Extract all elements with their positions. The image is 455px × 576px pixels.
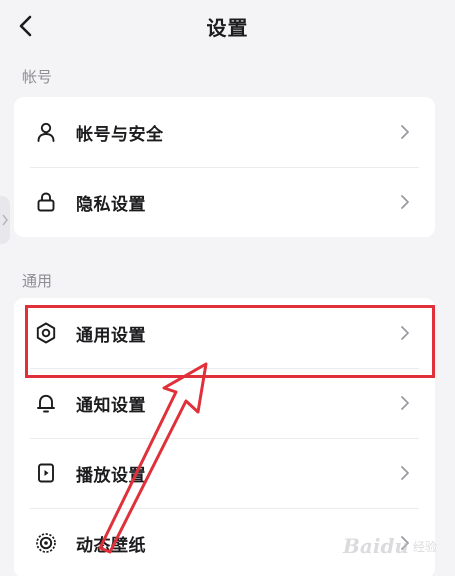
- person-icon: [32, 118, 60, 146]
- gear-icon: [32, 319, 60, 347]
- side-drawer-handle[interactable]: [0, 196, 10, 244]
- chevron-right-icon: [395, 533, 415, 553]
- section-header-general: 通用: [22, 272, 53, 290]
- general-card: 通用设置 通知设置 播放设置 动态壁纸: [14, 298, 435, 576]
- chevron-right-icon: [395, 192, 415, 212]
- row-notification-settings[interactable]: 通知设置: [14, 368, 435, 438]
- chevron-right-icon: [2, 214, 8, 226]
- row-privacy-settings[interactable]: 隐私设置: [14, 167, 435, 237]
- chevron-right-icon: [395, 463, 415, 483]
- chevron-right-icon: [395, 122, 415, 142]
- row-label: 动态壁纸: [76, 535, 146, 556]
- play-device-icon: [32, 459, 60, 487]
- bell-icon: [32, 389, 60, 417]
- row-label: 通用设置: [76, 325, 146, 346]
- chevron-right-icon: [395, 393, 415, 413]
- row-playback-settings[interactable]: 播放设置: [14, 438, 435, 508]
- row-label: 帐号与安全: [76, 124, 164, 145]
- lock-icon: [32, 188, 60, 216]
- account-card: 帐号与安全 隐私设置: [14, 97, 435, 237]
- page-title: 设置: [206, 16, 249, 40]
- row-general-settings[interactable]: 通用设置: [14, 298, 435, 368]
- row-label: 通知设置: [76, 395, 146, 416]
- settings-screen: 设置 帐号 帐号与安全 隐私设置 通用 通用设置 通知设置 播放设置 动态壁纸 …: [0, 0, 455, 576]
- row-label: 播放设置: [76, 465, 146, 486]
- chevron-right-icon: [395, 323, 415, 343]
- section-header-account: 帐号: [22, 68, 53, 86]
- row-account-security[interactable]: 帐号与安全: [14, 97, 435, 167]
- live-wallpaper-icon: [32, 529, 60, 557]
- nav-bar: 设置: [0, 0, 455, 52]
- row-live-wallpaper[interactable]: 动态壁纸: [14, 508, 435, 576]
- row-label: 隐私设置: [76, 194, 146, 215]
